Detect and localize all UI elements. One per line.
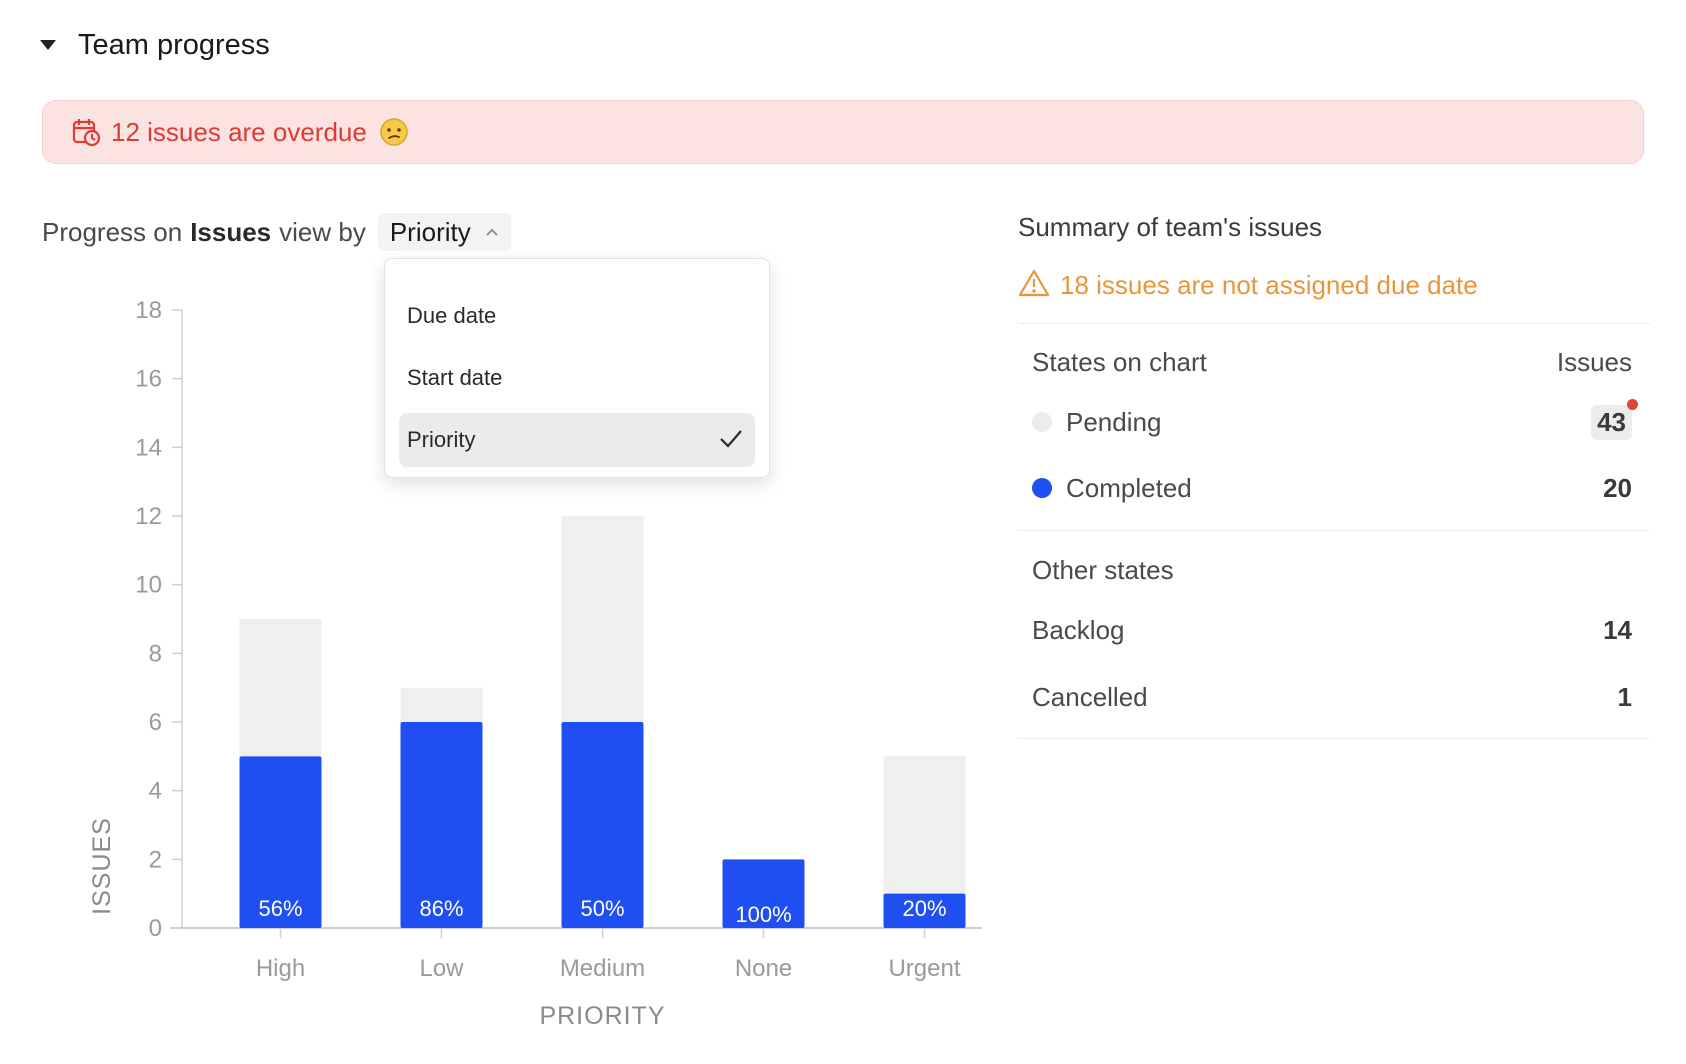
x-tick-label: None — [735, 955, 792, 982]
pending-dot — [1032, 412, 1052, 432]
overdue-banner: 12 issues are overdue — [42, 100, 1644, 164]
view-by-dropdown: Due date Start date Priority — [384, 258, 770, 478]
states-header-row: States on chart Issues — [1032, 340, 1632, 384]
bar-pending — [883, 756, 966, 894]
state-row-backlog: Backlog 14 — [1032, 608, 1632, 652]
completed-dot — [1032, 478, 1052, 498]
summary-title: Summary of team's issues — [1018, 212, 1323, 242]
state-count: 20 — [1603, 472, 1632, 503]
bar-percent-label: 50% — [580, 896, 624, 921]
y-tick-label: 8 — [149, 640, 162, 667]
bar-percent-label: 20% — [902, 896, 946, 921]
divider — [1018, 323, 1650, 324]
bar-percent-label: 100% — [735, 902, 791, 927]
y-tick-label: 6 — [149, 709, 162, 736]
divider — [1018, 530, 1650, 531]
y-tick-label: 4 — [149, 778, 162, 805]
x-tick-label: Medium — [560, 955, 645, 982]
warning-icon — [1018, 268, 1050, 303]
y-tick-label: 2 — [149, 846, 162, 873]
states-on-chart-header: States on chart — [1032, 346, 1207, 377]
x-tick-label: Low — [419, 955, 464, 982]
state-label: Cancelled — [1032, 681, 1148, 712]
other-states-header: Other states — [1032, 554, 1174, 585]
y-tick-label: 12 — [135, 503, 162, 530]
divider — [1018, 738, 1650, 739]
view-by-selected: Priority — [389, 216, 471, 247]
calendar-clock-icon — [71, 117, 101, 147]
bar-pending — [561, 516, 644, 722]
other-states-header-row: Other states — [1032, 548, 1632, 592]
option-label: Start date — [407, 365, 503, 390]
x-tick-label: Urgent — [888, 955, 960, 982]
bar-pending — [239, 619, 322, 757]
state-row-cancelled: Cancelled 1 — [1032, 675, 1632, 719]
state-row-completed: Completed 20 — [1032, 466, 1632, 510]
check-icon — [719, 428, 743, 450]
bar-percent-label: 86% — [419, 896, 463, 921]
y-axis-title: ISSUES — [88, 817, 116, 915]
state-count: 1 — [1617, 681, 1632, 712]
dropdown-option-due-date[interactable]: Due date — [399, 289, 755, 343]
y-tick-label: 14 — [135, 434, 162, 461]
x-tick-label: High — [256, 955, 305, 982]
view-by-select[interactable]: Priority — [377, 213, 511, 251]
y-tick-label: 16 — [135, 366, 162, 393]
caret-down-icon — [40, 40, 56, 50]
notification-dot — [1627, 398, 1638, 410]
dropdown-option-priority[interactable]: Priority — [399, 413, 755, 467]
option-label: Priority — [407, 427, 476, 452]
state-label: Completed — [1066, 472, 1192, 503]
state-row-pending: Pending 43 — [1032, 398, 1638, 444]
view-by-text: view by — [279, 216, 366, 247]
chevron-up-icon — [485, 227, 499, 237]
section-title: Team progress — [78, 28, 270, 61]
progress-prefix: Progress on — [42, 216, 183, 247]
state-label: Backlog — [1032, 614, 1125, 645]
y-tick-label: 0 — [149, 915, 162, 942]
x-axis-title: PRIORITY — [539, 1002, 665, 1030]
bar-percent-label: 56% — [258, 896, 302, 921]
y-tick-label: 10 — [135, 572, 162, 599]
dropdown-option-start-date[interactable]: Start date — [399, 351, 755, 405]
unassigned-warning: 18 issues are not assigned due date — [1018, 268, 1478, 303]
overdue-text: 12 issues are overdue — [111, 116, 367, 147]
confused-face-icon — [379, 117, 409, 147]
issues-header: Issues — [1556, 346, 1632, 377]
unassigned-text: 18 issues are not assigned due date — [1060, 270, 1478, 300]
y-tick-label: 18 — [135, 297, 162, 324]
pending-count-badge[interactable]: 43 — [1591, 398, 1638, 440]
option-label: Due date — [407, 303, 497, 328]
progress-header: Progress on Issues view by Priority — [42, 210, 511, 254]
section-toggle[interactable]: Team progress — [36, 20, 270, 70]
state-label: Pending — [1066, 406, 1162, 437]
state-count: 43 — [1597, 406, 1626, 437]
state-count: 14 — [1603, 614, 1632, 645]
progress-entity: Issues — [190, 216, 272, 247]
bar-pending — [400, 687, 483, 722]
